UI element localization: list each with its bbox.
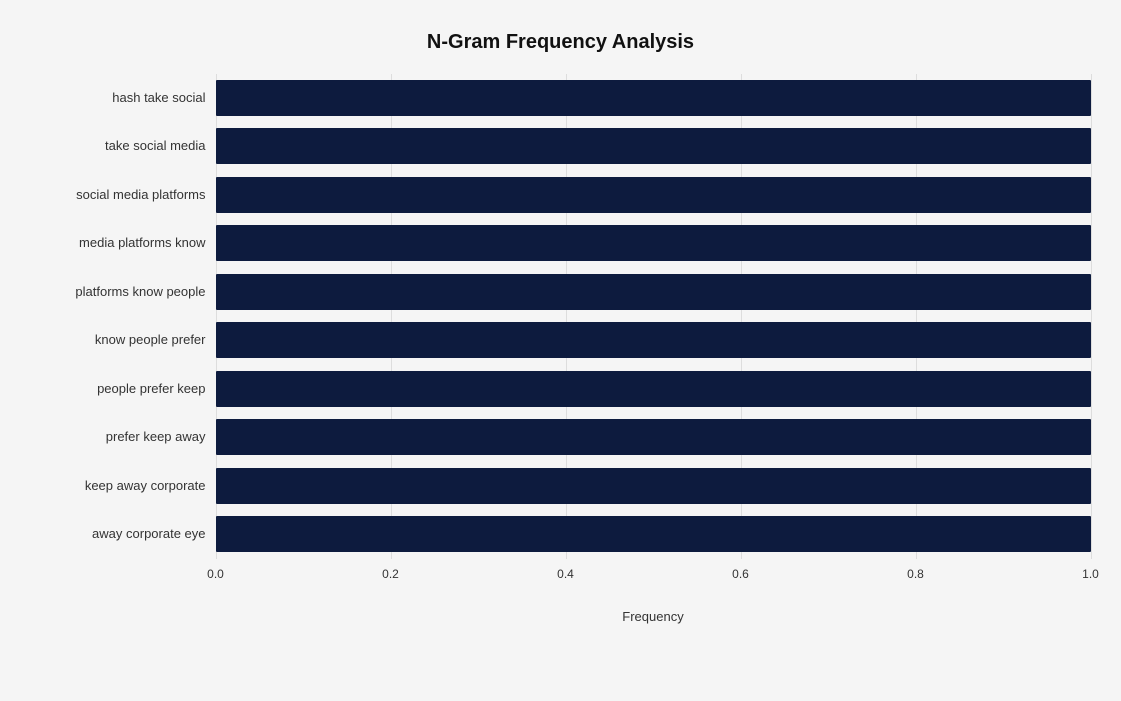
x-axis-title: Frequency [216,609,1091,624]
bar [216,177,1091,213]
x-tick-label: 0.6 [732,567,749,581]
x-tick-label: 0.4 [557,567,574,581]
x-axis-title-section: Frequency [31,591,1091,624]
bar [216,468,1091,504]
y-label: platforms know people [75,284,205,300]
y-label: away corporate eye [92,526,205,542]
y-label: keep away corporate [85,478,206,494]
chart-area: hash take social take social media social … [31,74,1091,624]
grid-line [1091,74,1092,559]
bars-and-grid [216,74,1091,559]
bar-row [216,123,1091,169]
bar-row [216,366,1091,412]
y-label: know people prefer [95,332,206,348]
bar-row [216,511,1091,557]
bar [216,274,1091,310]
x-axis-section: 0.00.20.40.60.81.0 [31,567,1091,587]
y-label: people prefer keep [97,381,205,397]
bar-row [216,172,1091,218]
bar-row [216,220,1091,266]
bar-row [216,75,1091,121]
x-tick-label: 0.2 [382,567,399,581]
bar [216,516,1091,552]
bar [216,371,1091,407]
bars-section: hash take social take social media social … [31,74,1091,559]
y-label: social media platforms [76,187,205,203]
x-tick-label: 0.0 [207,567,224,581]
bar [216,128,1091,164]
x-tick-label: 1.0 [1082,567,1099,581]
bar-row [216,269,1091,315]
chart-title: N-Gram Frequency Analysis [31,31,1091,54]
bar [216,419,1091,455]
bar [216,80,1091,116]
y-label: take social media [105,138,205,154]
y-label: hash take social [112,90,205,106]
x-tick-label: 0.8 [907,567,924,581]
bar-row [216,414,1091,460]
y-labels: hash take social take social media social … [31,74,216,559]
bar [216,322,1091,358]
bar [216,225,1091,261]
y-label: media platforms know [79,235,205,251]
x-axis-labels: 0.00.20.40.60.81.0 [216,567,1091,587]
y-label: prefer keep away [106,429,206,445]
chart-container: N-Gram Frequency Analysis hash take soci… [11,11,1111,691]
bar-row [216,463,1091,509]
bar-row [216,317,1091,363]
